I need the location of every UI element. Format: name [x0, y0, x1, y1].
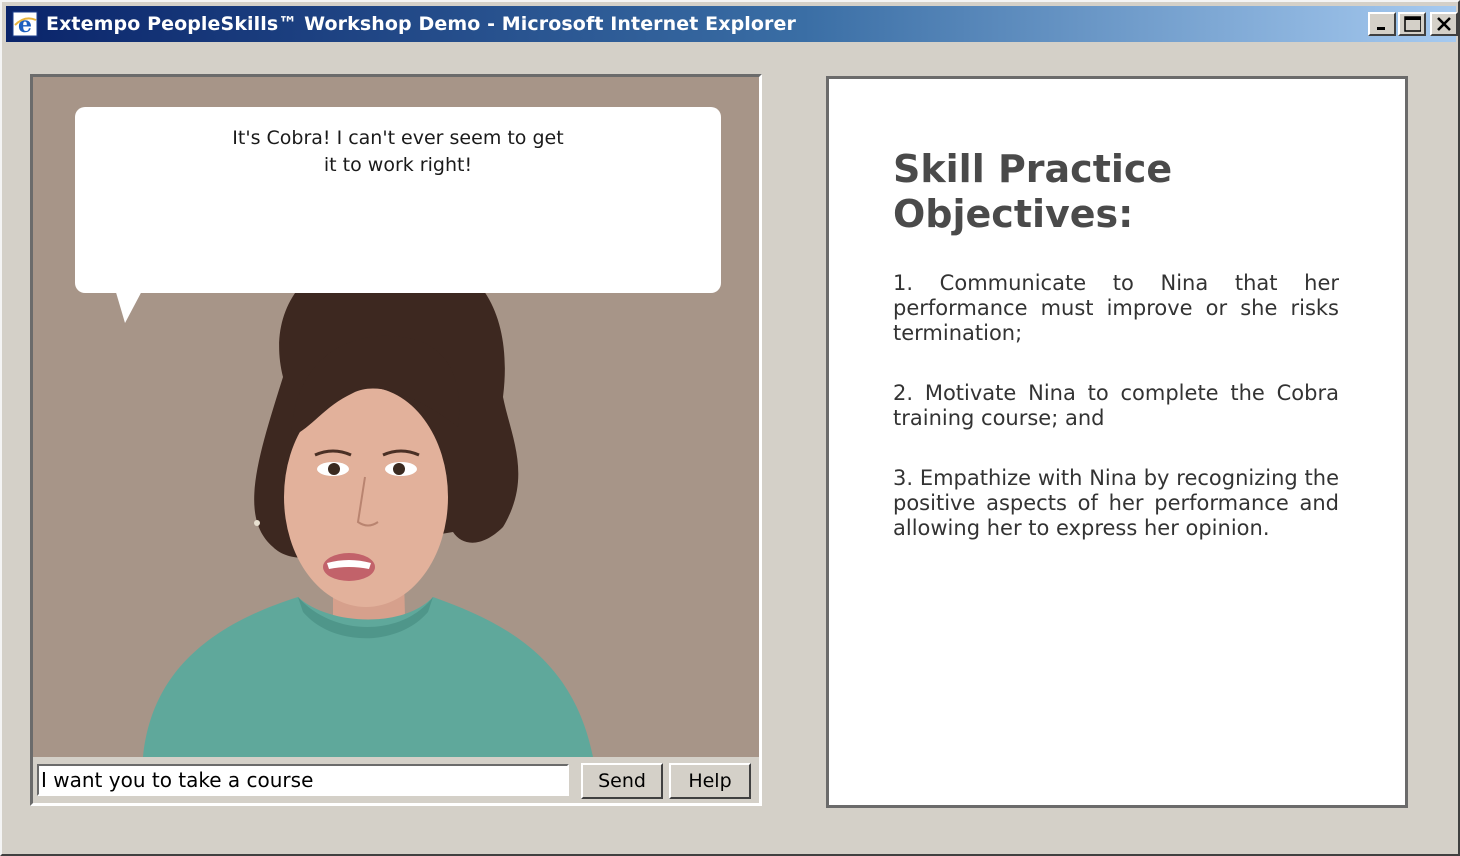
speech-bubble-text: It's Cobra! I can't ever seem to get it … [232, 127, 564, 176]
chat-message-input[interactable] [37, 764, 569, 796]
window-title: Extempo PeopleSkills™ Workshop Demo - Mi… [46, 13, 796, 35]
minimize-icon [1377, 27, 1385, 30]
objectives-title: Skill Practice Objectives: [893, 147, 1173, 236]
maximize-icon [1404, 16, 1421, 32]
help-button[interactable]: Help [669, 763, 751, 799]
send-button[interactable]: Send [581, 763, 663, 799]
internet-explorer-icon: e [12, 11, 38, 37]
maximize-button[interactable] [1398, 12, 1426, 36]
page-content: It's Cobra! I can't ever seem to get it … [10, 46, 1456, 848]
character-video-panel: It's Cobra! I can't ever seem to get it … [30, 74, 762, 806]
svg-text:e: e [18, 12, 32, 37]
chat-input-bar: Send Help [33, 757, 759, 803]
objective-item: 3. Empathize with Nina by recognizing th… [893, 466, 1339, 540]
browser-window: e Extempo PeopleSkills™ Workshop Demo - … [0, 0, 1460, 856]
close-button[interactable] [1430, 12, 1458, 36]
minimize-button[interactable] [1368, 12, 1396, 36]
objective-item: 2. Motivate Nina to complete the Cobra t… [893, 381, 1339, 430]
speech-bubble: It's Cobra! I can't ever seem to get it … [75, 107, 721, 293]
speech-bubble-tail [115, 289, 143, 323]
objective-item: 1. Communicate to Nina that her performa… [893, 271, 1339, 345]
close-icon [1437, 17, 1451, 31]
title-bar[interactable]: e Extempo PeopleSkills™ Workshop Demo - … [6, 6, 1458, 42]
objectives-panel: Skill Practice Objectives: 1. Communicat… [826, 76, 1408, 808]
